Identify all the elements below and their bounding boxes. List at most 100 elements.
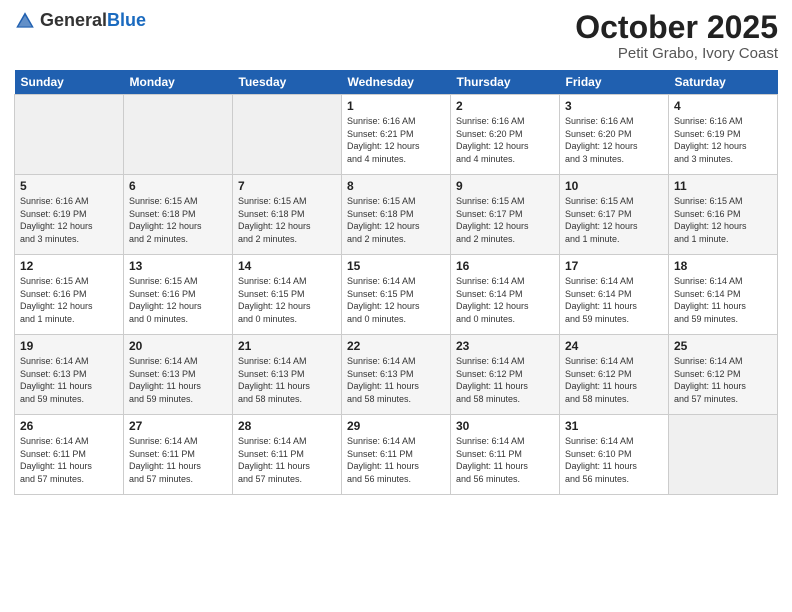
calendar-cell bbox=[233, 95, 342, 175]
calendar-cell: 6 Sunrise: 6:15 AM Sunset: 6:18 PM Daylig… bbox=[124, 175, 233, 255]
day-info: Sunrise: 6:15 AM Sunset: 6:18 PM Dayligh… bbox=[238, 195, 336, 245]
day-number: 16 bbox=[456, 259, 554, 273]
calendar-cell bbox=[124, 95, 233, 175]
calendar-cell: 16 Sunrise: 6:14 AM Sunset: 6:14 PM Dayli… bbox=[451, 255, 560, 335]
day-number: 7 bbox=[238, 179, 336, 193]
calendar-week-1: 1 Sunrise: 6:16 AM Sunset: 6:21 PM Daylig… bbox=[15, 95, 778, 175]
calendar-cell: 8 Sunrise: 6:15 AM Sunset: 6:18 PM Daylig… bbox=[342, 175, 451, 255]
calendar-cell: 11 Sunrise: 6:15 AM Sunset: 6:16 PM Dayli… bbox=[669, 175, 778, 255]
day-number: 11 bbox=[674, 179, 772, 193]
day-info: Sunrise: 6:14 AM Sunset: 6:13 PM Dayligh… bbox=[347, 355, 445, 405]
day-number: 21 bbox=[238, 339, 336, 353]
title-block: October 2025 Petit Grabo, Ivory Coast bbox=[575, 10, 778, 62]
day-number: 14 bbox=[238, 259, 336, 273]
calendar-cell: 28 Sunrise: 6:14 AM Sunset: 6:11 PM Dayli… bbox=[233, 415, 342, 495]
day-info: Sunrise: 6:14 AM Sunset: 6:14 PM Dayligh… bbox=[456, 275, 554, 325]
day-number: 3 bbox=[565, 99, 663, 113]
day-info: Sunrise: 6:14 AM Sunset: 6:11 PM Dayligh… bbox=[238, 435, 336, 485]
calendar-cell: 14 Sunrise: 6:14 AM Sunset: 6:15 PM Dayli… bbox=[233, 255, 342, 335]
day-number: 23 bbox=[456, 339, 554, 353]
calendar-cell: 30Sunrise: 6:14 AM Sunset: 6:11 PM Dayli… bbox=[451, 415, 560, 495]
calendar-week-2: 5Sunrise: 6:16 AM Sunset: 6:19 PM Daylig… bbox=[15, 175, 778, 255]
day-number: 24 bbox=[565, 339, 663, 353]
col-sunday: Sunday bbox=[15, 70, 124, 95]
calendar-cell: 19 Sunrise: 6:14 AM Sunset: 6:13 PM Dayli… bbox=[15, 335, 124, 415]
calendar-cell: 26Sunrise: 6:14 AM Sunset: 6:11 PM Dayli… bbox=[15, 415, 124, 495]
col-monday: Monday bbox=[124, 70, 233, 95]
day-info: Sunrise: 6:16 AM Sunset: 6:21 PM Dayligh… bbox=[347, 115, 445, 165]
logo-text-blue: Blue bbox=[107, 10, 146, 30]
col-friday: Friday bbox=[560, 70, 669, 95]
day-number: 25 bbox=[674, 339, 772, 353]
day-info: Sunrise: 6:14 AM Sunset: 6:10 PM Dayligh… bbox=[565, 435, 663, 485]
header: GeneralBlue October 2025 Petit Grabo, Iv… bbox=[14, 10, 778, 62]
day-number: 28 bbox=[238, 419, 336, 433]
calendar-cell: 3 Sunrise: 6:16 AM Sunset: 6:20 PM Daylig… bbox=[560, 95, 669, 175]
calendar-cell: 20 Sunrise: 6:14 AM Sunset: 6:13 PM Dayli… bbox=[124, 335, 233, 415]
day-info: Sunrise: 6:14 AM Sunset: 6:11 PM Dayligh… bbox=[456, 435, 554, 485]
day-info: Sunrise: 6:15 AM Sunset: 6:16 PM Dayligh… bbox=[129, 275, 227, 325]
calendar-cell: 27 Sunrise: 6:14 AM Sunset: 6:11 PM Dayli… bbox=[124, 415, 233, 495]
day-number: 12 bbox=[20, 259, 118, 273]
month-title: October 2025 bbox=[575, 10, 778, 45]
day-number: 1 bbox=[347, 99, 445, 113]
calendar-cell: 15 Sunrise: 6:14 AM Sunset: 6:15 PM Dayli… bbox=[342, 255, 451, 335]
day-info: Sunrise: 6:14 AM Sunset: 6:11 PM Dayligh… bbox=[347, 435, 445, 485]
day-info: Sunrise: 6:14 AM Sunset: 6:11 PM Dayligh… bbox=[129, 435, 227, 485]
day-info: Sunrise: 6:14 AM Sunset: 6:12 PM Dayligh… bbox=[674, 355, 772, 405]
day-info: Sunrise: 6:14 AM Sunset: 6:15 PM Dayligh… bbox=[347, 275, 445, 325]
calendar-cell: 21 Sunrise: 6:14 AM Sunset: 6:13 PM Dayli… bbox=[233, 335, 342, 415]
calendar-table: Sunday Monday Tuesday Wednesday Thursday… bbox=[14, 70, 778, 495]
day-info: Sunrise: 6:14 AM Sunset: 6:12 PM Dayligh… bbox=[456, 355, 554, 405]
calendar-cell: 23 Sunrise: 6:14 AM Sunset: 6:12 PM Dayli… bbox=[451, 335, 560, 415]
day-info: Sunrise: 6:15 AM Sunset: 6:17 PM Dayligh… bbox=[456, 195, 554, 245]
calendar-cell: 10 Sunrise: 6:15 AM Sunset: 6:17 PM Dayli… bbox=[560, 175, 669, 255]
col-thursday: Thursday bbox=[451, 70, 560, 95]
day-info: Sunrise: 6:14 AM Sunset: 6:12 PM Dayligh… bbox=[565, 355, 663, 405]
calendar-cell bbox=[15, 95, 124, 175]
calendar-cell: 31 Sunrise: 6:14 AM Sunset: 6:10 PM Dayli… bbox=[560, 415, 669, 495]
day-number: 5 bbox=[20, 179, 118, 193]
calendar-cell: 2Sunrise: 6:16 AM Sunset: 6:20 PM Daylig… bbox=[451, 95, 560, 175]
day-info: Sunrise: 6:14 AM Sunset: 6:15 PM Dayligh… bbox=[238, 275, 336, 325]
logo-text-general: General bbox=[40, 10, 107, 30]
calendar-cell: 9 Sunrise: 6:15 AM Sunset: 6:17 PM Daylig… bbox=[451, 175, 560, 255]
calendar-cell: 24 Sunrise: 6:14 AM Sunset: 6:12 PM Dayli… bbox=[560, 335, 669, 415]
day-number: 2 bbox=[456, 99, 554, 113]
day-number: 15 bbox=[347, 259, 445, 273]
day-info: Sunrise: 6:16 AM Sunset: 6:20 PM Dayligh… bbox=[565, 115, 663, 165]
day-number: 29 bbox=[347, 419, 445, 433]
day-number: 18 bbox=[674, 259, 772, 273]
day-number: 6 bbox=[129, 179, 227, 193]
col-wednesday: Wednesday bbox=[342, 70, 451, 95]
day-number: 13 bbox=[129, 259, 227, 273]
day-number: 22 bbox=[347, 339, 445, 353]
day-number: 17 bbox=[565, 259, 663, 273]
day-info: Sunrise: 6:15 AM Sunset: 6:16 PM Dayligh… bbox=[674, 195, 772, 245]
calendar-week-3: 12 Sunrise: 6:15 AM Sunset: 6:16 PM Dayli… bbox=[15, 255, 778, 335]
day-number: 8 bbox=[347, 179, 445, 193]
calendar-cell: 1 Sunrise: 6:16 AM Sunset: 6:21 PM Daylig… bbox=[342, 95, 451, 175]
calendar-cell: 29 Sunrise: 6:14 AM Sunset: 6:11 PM Dayli… bbox=[342, 415, 451, 495]
day-info: Sunrise: 6:15 AM Sunset: 6:17 PM Dayligh… bbox=[565, 195, 663, 245]
calendar-week-5: 26 Sunrise: 6:14 AM Sunset: 6:11 PM Dayli… bbox=[15, 415, 778, 495]
calendar-cell: 5Sunrise: 6:16 AM Sunset: 6:19 PM Daylig… bbox=[15, 175, 124, 255]
day-info: Sunrise: 6:15 AM Sunset: 6:18 PM Dayligh… bbox=[129, 195, 227, 245]
day-info: Sunrise: 6:14 AM Sunset: 6:14 PM Dayligh… bbox=[565, 275, 663, 325]
calendar-cell: 13 Sunrise: 6:15 AM Sunset: 6:16 PM Dayli… bbox=[124, 255, 233, 335]
day-number: 26 bbox=[20, 419, 118, 433]
calendar-cell: 4Sunrise: 6:16 AM Sunset: 6:19 PM Daylig… bbox=[669, 95, 778, 175]
day-info: Sunrise: 6:14 AM Sunset: 6:13 PM Dayligh… bbox=[238, 355, 336, 405]
day-info: Sunrise: 6:14 AM Sunset: 6:13 PM Dayligh… bbox=[129, 355, 227, 405]
day-number: 31 bbox=[565, 419, 663, 433]
day-number: 19 bbox=[20, 339, 118, 353]
day-number: 27 bbox=[129, 419, 227, 433]
day-number: 20 bbox=[129, 339, 227, 353]
col-tuesday: Tuesday bbox=[233, 70, 342, 95]
day-info: Sunrise: 6:14 AM Sunset: 6:13 PM Dayligh… bbox=[20, 355, 118, 405]
day-info: Sunrise: 6:15 AM Sunset: 6:18 PM Dayligh… bbox=[347, 195, 445, 245]
day-number: 9 bbox=[456, 179, 554, 193]
day-number: 10 bbox=[565, 179, 663, 193]
location: Petit Grabo, Ivory Coast bbox=[575, 45, 778, 62]
day-info: Sunrise: 6:14 AM Sunset: 6:14 PM Dayligh… bbox=[674, 275, 772, 325]
